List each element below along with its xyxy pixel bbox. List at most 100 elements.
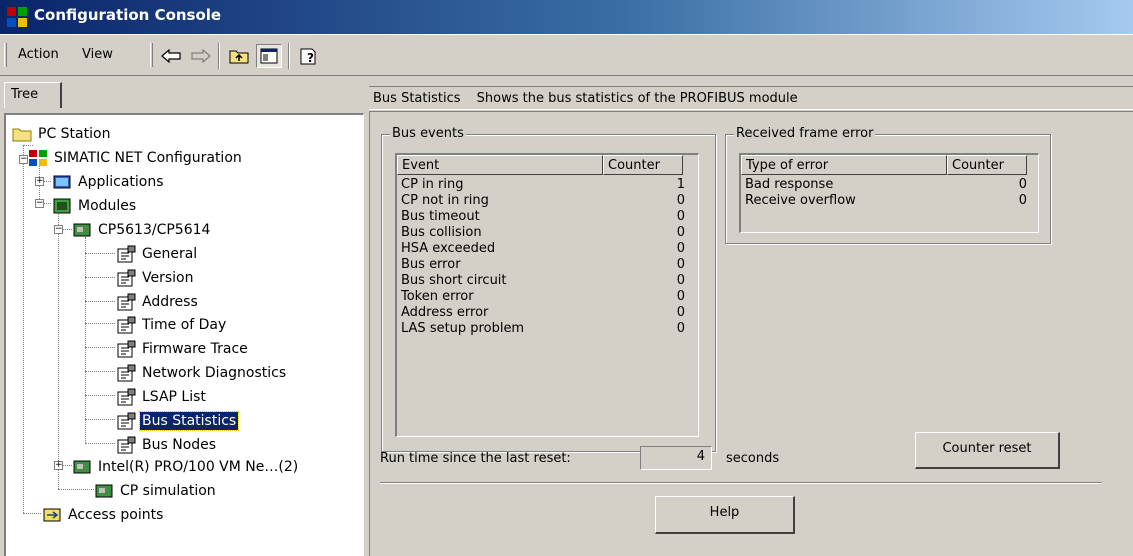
table-row[interactable]: Bus short circuit 0 (397, 273, 693, 289)
access-points-icon (43, 508, 61, 522)
applications-icon (53, 175, 71, 189)
runtime-unit: seconds (726, 451, 780, 466)
property-page-icon (117, 364, 136, 382)
expand-toggle[interactable]: + (54, 461, 63, 470)
tree-connector (58, 489, 94, 490)
tab-tree[interactable]: Tree (4, 82, 62, 108)
runtime-label: Run time since the last reset: (380, 451, 571, 466)
tree-item-intel-pro[interactable]: Intel(R) PRO/100 VM Ne…(2) (72, 456, 300, 478)
menu-action[interactable]: Action (18, 47, 59, 62)
frame-error-list[interactable]: Type of error Counter Bad response 0 Rece… (739, 153, 1039, 233)
show-hide-tree-button[interactable] (256, 44, 282, 68)
forward-arrow-icon (191, 49, 211, 63)
collapse-toggle[interactable]: − (35, 199, 44, 208)
table-row[interactable]: Token error 0 (397, 289, 693, 305)
table-row[interactable]: Bus timeout 0 (397, 209, 693, 225)
tree-item-general[interactable]: General (116, 243, 199, 265)
bus-events-list[interactable]: Event Counter CP in ring 1 CP not in ring… (395, 153, 699, 437)
menu-toolbar: Action View ? (0, 34, 1133, 76)
module-card-icon (73, 223, 91, 237)
runtime-value-field: 4 (640, 446, 712, 470)
tree-item-cp5613[interactable]: CP5613/CP5614 (72, 219, 212, 241)
tree-item-access-points[interactable]: Access points (42, 504, 165, 526)
table-row[interactable]: Address error 0 (397, 305, 693, 321)
toolbar-grip[interactable] (4, 43, 7, 67)
help-icon: ? (300, 48, 316, 65)
table-row[interactable]: CP in ring 1 (397, 177, 693, 193)
toolbar-grip-2[interactable] (150, 43, 153, 67)
tree-connector (85, 443, 115, 444)
column-header-type-of-error[interactable]: Type of error (741, 155, 947, 175)
tree-item-modules[interactable]: Modules (52, 195, 138, 217)
folder-icon (12, 128, 32, 142)
table-row[interactable]: Bus collision 0 (397, 225, 693, 241)
table-row[interactable]: HSA exceeded 0 (397, 241, 693, 257)
tree-item-simatic-net[interactable]: SIMATIC NET Configuration (28, 147, 244, 169)
collapse-toggle[interactable]: − (19, 155, 28, 164)
frame-error-legend: Received frame error (734, 126, 876, 141)
tree-item-network-diagnostics[interactable]: Network Diagnostics (116, 362, 288, 384)
simatic-net-icon (7, 7, 27, 27)
tree-connector (85, 301, 115, 302)
collapse-toggle[interactable]: − (54, 225, 63, 234)
page-title: Bus Statistics (373, 91, 461, 106)
property-page-icon (117, 388, 136, 406)
property-page-icon (117, 340, 136, 358)
tree-connector (85, 419, 115, 420)
expand-toggle[interactable]: + (35, 177, 44, 186)
tree-item-firmware-trace[interactable]: Firmware Trace (116, 338, 250, 360)
title-bar: Configuration Console (0, 0, 1133, 34)
help-button-toolbar[interactable]: ? (296, 44, 322, 68)
table-row[interactable]: Bus error 0 (397, 257, 693, 273)
forward-button[interactable] (188, 44, 214, 68)
tree-connector (85, 323, 115, 324)
column-header-counter[interactable]: Counter (947, 155, 1027, 175)
tree-item-time-of-day[interactable]: Time of Day (116, 314, 228, 336)
property-page-icon (117, 293, 136, 311)
table-row[interactable]: Bad response 0 (741, 177, 1035, 193)
toolbar-separator-2 (288, 43, 290, 69)
up-one-level-button[interactable] (226, 44, 252, 68)
tree-connector (85, 237, 86, 443)
property-page-icon (117, 316, 136, 334)
bus-events-group: Bus events Event Counter CP in ring 1 CP … (381, 126, 716, 452)
tree-connector (85, 253, 115, 254)
tree-connector (23, 145, 33, 146)
tree-item-bus-statistics[interactable]: Bus Statistics (116, 410, 240, 432)
show-hide-tree-icon (260, 48, 278, 64)
counter-reset-button[interactable]: Counter reset (915, 432, 1060, 469)
back-button[interactable] (158, 44, 184, 68)
tree-connector (23, 513, 41, 514)
details-pane: Bus events Event Counter CP in ring 1 CP … (369, 111, 1133, 556)
column-header-counter[interactable]: Counter (603, 155, 683, 175)
table-row[interactable]: Receive overflow 0 (741, 193, 1035, 209)
column-header-event[interactable]: Event (397, 155, 603, 175)
tree-connector (23, 145, 24, 513)
up-one-level-icon (229, 50, 249, 64)
tree-item-version[interactable]: Version (116, 267, 195, 289)
back-arrow-icon (161, 49, 181, 63)
tree-item-lsap-list[interactable]: LSAP List (116, 386, 208, 408)
property-page-icon (117, 436, 136, 454)
menu-view[interactable]: View (82, 47, 113, 62)
bus-events-legend: Bus events (390, 126, 466, 141)
tree-connector (85, 347, 115, 348)
tree-connector (85, 371, 115, 372)
tree-connector (58, 211, 59, 489)
simatic-net-icon (29, 150, 47, 166)
tree-item-address[interactable]: Address (116, 291, 200, 313)
tree-item-applications[interactable]: Applications (52, 171, 166, 193)
frame-error-group: Received frame error Type of error Count… (725, 126, 1051, 244)
tree-item-bus-nodes[interactable]: Bus Nodes (116, 434, 218, 456)
svg-text:?: ? (307, 51, 314, 65)
toolbar-separator (218, 43, 220, 69)
table-row[interactable]: CP not in ring 0 (397, 193, 693, 209)
divider (380, 482, 1102, 484)
tree-item-cp-simulation[interactable]: CP simulation (94, 480, 218, 502)
tree-item-pc-station[interactable]: PC Station (12, 123, 112, 145)
tree-connector (85, 277, 115, 278)
table-row[interactable]: LAS setup problem 0 (397, 321, 693, 337)
help-button[interactable]: Help (655, 496, 795, 534)
tree-connector (85, 395, 115, 396)
tree-view: − + − − + PC Station SIMATIC NET Configu… (4, 113, 364, 556)
